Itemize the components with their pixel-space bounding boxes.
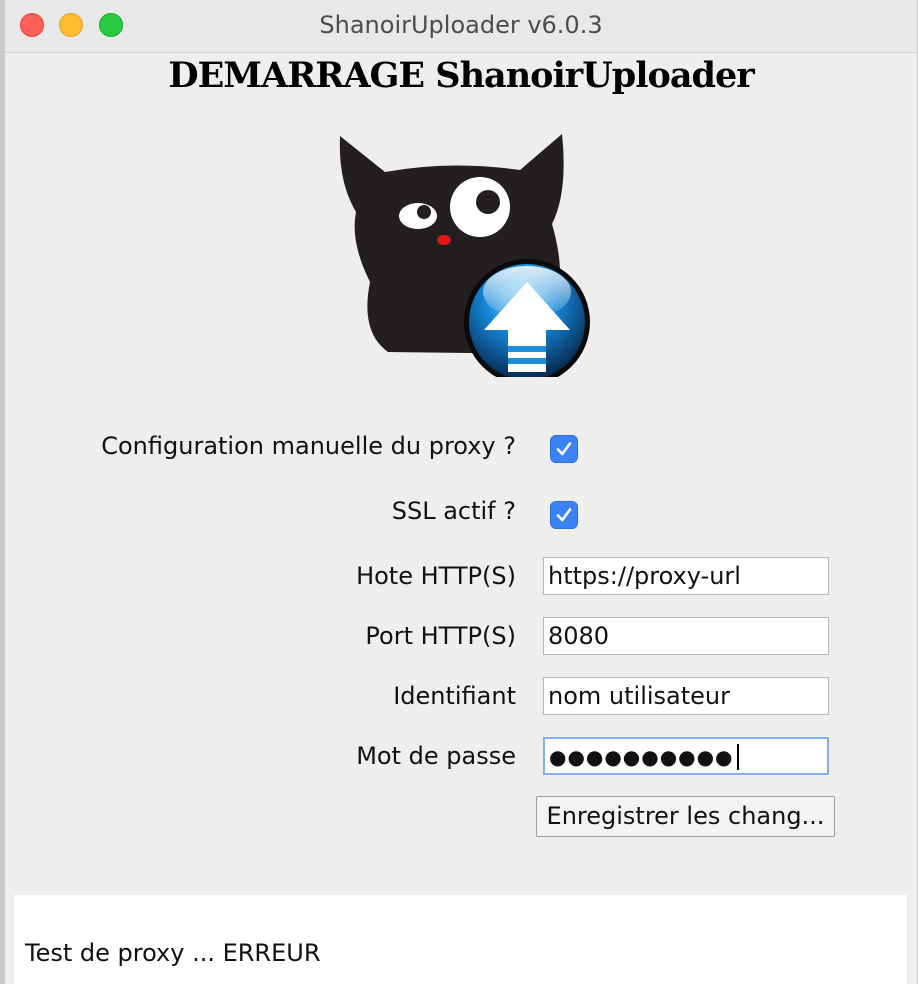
ssl-active-checkbox[interactable] [550, 501, 578, 529]
title-bar[interactable]: ShanoirUploader v6.0.3 [5, 0, 917, 53]
ssl-active-label: SSL actif ? [391, 497, 516, 525]
manual-proxy-checkbox[interactable] [550, 435, 578, 463]
host-input[interactable]: https://proxy-url [543, 557, 829, 595]
password-label: Mot de passe [356, 742, 516, 770]
username-input[interactable]: nom utilisateur [543, 677, 829, 715]
host-label: Hote HTTP(S) [356, 562, 516, 590]
text-caret [736, 744, 739, 770]
cat-upload-logo-icon [330, 132, 590, 385]
app-window: ShanoirUploader v6.0.3 DEMARRAGE Shanoir… [5, 0, 917, 984]
page-heading: DEMARRAGE ShanoirUploader [168, 55, 754, 96]
save-changes-button[interactable]: Enregistrer les chang... [536, 796, 835, 837]
password-value: ●●●●●●●●●● [549, 745, 734, 769]
port-label: Port HTTP(S) [365, 622, 516, 650]
proxy-test-status: Test de proxy ... ERREUR [25, 939, 321, 967]
manual-proxy-label: Configuration manuelle du proxy ? [101, 432, 516, 460]
password-input[interactable]: ●●●●●●●●●● [543, 737, 829, 775]
username-label: Identifiant [393, 682, 516, 710]
window-title: ShanoirUploader v6.0.3 [319, 11, 603, 39]
status-pane: Test de proxy ... ERREUR [14, 895, 907, 984]
checkmark-icon [556, 508, 572, 522]
port-input[interactable]: 8080 [543, 617, 829, 655]
checkmark-icon [556, 442, 572, 456]
